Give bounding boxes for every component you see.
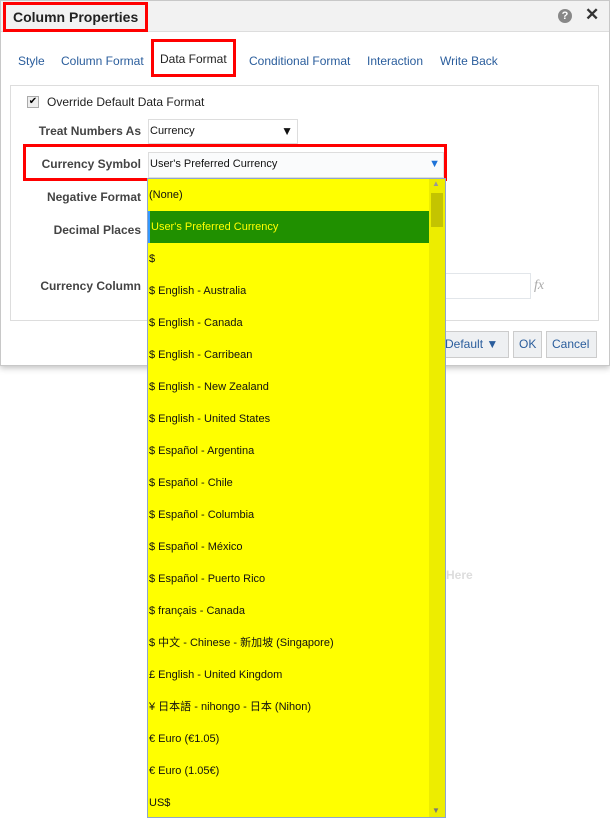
dropdown-option[interactable]: ¥ 日本語 - nihongo - 日本 (Nihon) [148, 691, 445, 723]
tab-conditional-format[interactable]: Conditional Format [249, 54, 350, 68]
treat-numbers-label: Treat Numbers As [38, 124, 141, 138]
treat-numbers-value: Currency [150, 125, 195, 137]
background-text: Here [446, 568, 473, 582]
help-icon[interactable]: ? [558, 9, 572, 23]
dropdown-option[interactable]: $ English - New Zealand [148, 371, 445, 403]
dropdown-option[interactable]: $ [148, 243, 445, 275]
dropdown-option[interactable]: $ English - Carribean [148, 339, 445, 371]
currency-symbol-highlight [23, 144, 447, 181]
dropdown-option[interactable]: $ English - United States [148, 403, 445, 435]
negative-format-label: Negative Format [46, 190, 141, 204]
dropdown-options: (None) User's Preferred Currency $ $ Englis… [148, 179, 445, 817]
tab-column-format[interactable]: Column Format [61, 54, 144, 68]
close-icon[interactable]: ✕ [585, 5, 599, 25]
currency-column-label: Currency Column [40, 279, 141, 293]
tab-style[interactable]: Style [18, 54, 45, 68]
scroll-up-icon[interactable]: ▲ [432, 179, 440, 188]
scroll-down-icon[interactable]: ▼ [432, 806, 440, 815]
dropdown-option[interactable]: $ Español - Puerto Rico [148, 563, 445, 595]
fx-icon[interactable]: fx [534, 278, 544, 294]
chevron-down-icon: ▼ [281, 124, 293, 138]
dropdown-option[interactable]: $ Español - Argentina [148, 435, 445, 467]
cancel-button[interactable]: Cancel [546, 331, 597, 358]
dropdown-option[interactable]: $ English - Canada [148, 307, 445, 339]
override-label: Override Default Data Format [47, 95, 205, 109]
treat-numbers-select[interactable]: Currency ▼ [148, 119, 298, 144]
dropdown-option[interactable]: $ Español - Chile [148, 467, 445, 499]
dropdown-option[interactable]: $ français - Canada [148, 595, 445, 627]
tab-data-format[interactable]: Data Format [151, 39, 236, 77]
dropdown-option[interactable]: £ English - United Kingdom [148, 659, 445, 691]
dropdown-option[interactable]: $ Español - Columbia [148, 499, 445, 531]
title-bar: Column Properties ? ✕ [1, 1, 609, 32]
dropdown-option[interactable]: (None) [148, 179, 445, 211]
dialog-title: Column Properties [3, 2, 149, 32]
dropdown-option[interactable]: $ English - Australia [148, 275, 445, 307]
dropdown-option[interactable]: User's Preferred Currency [148, 211, 445, 243]
tab-interaction[interactable]: Interaction [367, 54, 423, 68]
dropdown-option[interactable]: € Euro (€1.05) [148, 723, 445, 755]
scrollbar[interactable]: ▲ ▼ [429, 179, 445, 817]
dropdown-option[interactable]: € Euro (1.05€) [148, 755, 445, 787]
dropdown-option[interactable]: $ 中文 - Chinese - 新加坡 (Singapore) [148, 627, 445, 659]
decimal-places-label: Decimal Places [53, 223, 141, 237]
scrollbar-thumb[interactable] [431, 193, 443, 227]
override-checkbox[interactable]: ✔ [27, 96, 39, 108]
currency-dropdown-list[interactable]: (None) User's Preferred Currency $ $ Englis… [147, 178, 446, 818]
currency-column-input[interactable] [431, 273, 531, 299]
dropdown-option[interactable]: US$ [148, 787, 445, 817]
default-button[interactable]: Default ▼ [439, 331, 509, 358]
tab-write-back[interactable]: Write Back [440, 54, 498, 68]
dropdown-option[interactable]: $ Español - México [148, 531, 445, 563]
ok-button[interactable]: OK [513, 331, 542, 358]
